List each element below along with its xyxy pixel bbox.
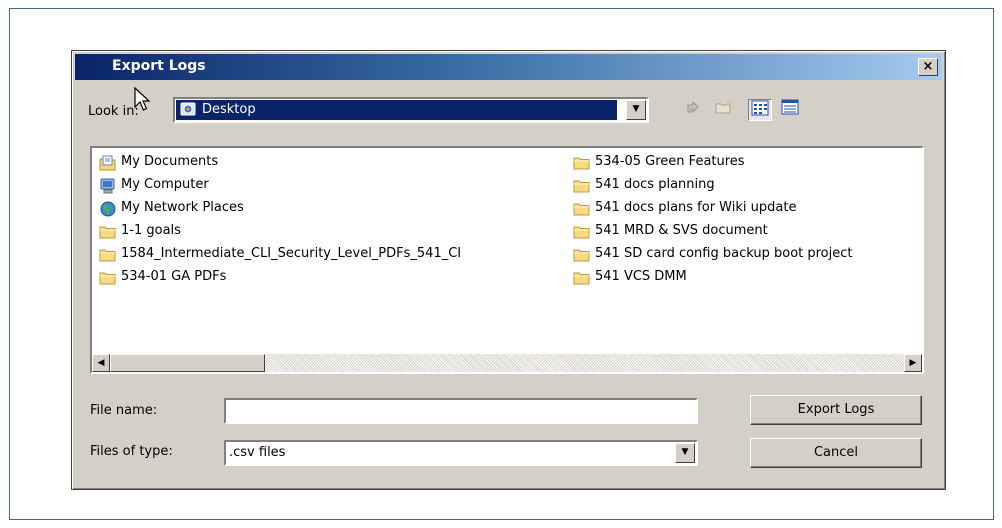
files-of-type-label: Files of type: bbox=[90, 444, 173, 459]
arrow-right-icon: ▶ bbox=[909, 358, 917, 368]
list-item-label: My Network Places bbox=[121, 200, 244, 215]
horizontal-scrollbar[interactable]: ◀ ▶ bbox=[92, 354, 922, 372]
chevron-down-icon: ▼ bbox=[632, 104, 640, 114]
list-item[interactable]: My Network Places bbox=[96, 198, 566, 221]
look-in-dropdown[interactable]: Desktop ▼ bbox=[173, 97, 649, 123]
up-folder-icon bbox=[685, 100, 703, 119]
arrow-left-icon: ◀ bbox=[97, 358, 105, 368]
list-item[interactable]: My Documents bbox=[96, 152, 566, 175]
cancel-button[interactable]: Cancel bbox=[750, 438, 922, 468]
list-item[interactable]: 534-01 GA PDFs bbox=[96, 267, 566, 290]
file-name-input[interactable] bbox=[224, 398, 698, 424]
folder-icon bbox=[572, 223, 592, 241]
list-view-icon bbox=[751, 100, 769, 120]
folder-icon bbox=[98, 269, 118, 287]
folder-icon bbox=[572, 154, 592, 172]
list-item[interactable]: 541 VCS DMM bbox=[570, 267, 922, 290]
look-in-dropdown-button[interactable]: ▼ bbox=[626, 100, 646, 120]
list-item-label: 541 SD card config backup boot project bbox=[595, 246, 853, 261]
list-item-label: 541 docs planning bbox=[595, 177, 715, 192]
chevron-down-icon: ▼ bbox=[681, 447, 689, 457]
file-list-column-1: My Documents My Computer My Network Plac… bbox=[96, 152, 566, 290]
list-item-label: My Computer bbox=[121, 177, 209, 192]
list-item-label: 1-1 goals bbox=[121, 223, 181, 238]
title-bar[interactable]: Export Logs × bbox=[75, 54, 942, 80]
files-of-type-dropdown-button[interactable]: ▼ bbox=[675, 443, 695, 463]
list-item-label: My Documents bbox=[121, 154, 219, 169]
list-item[interactable]: 541 MRD & SVS document bbox=[570, 221, 922, 244]
folder-icon bbox=[572, 200, 592, 218]
list-view-button[interactable] bbox=[748, 99, 772, 121]
file-list-column-2: 534-05 Green Features 541 docs planning … bbox=[570, 152, 922, 290]
list-item-label: 534-01 GA PDFs bbox=[121, 269, 227, 284]
new-folder-button[interactable] bbox=[712, 99, 736, 121]
export-logs-button[interactable]: Export Logs bbox=[750, 395, 922, 425]
network-places-icon bbox=[98, 200, 118, 218]
folder-icon bbox=[572, 246, 592, 264]
dialog-title: Export Logs bbox=[112, 58, 206, 74]
file-list[interactable]: My Documents My Computer My Network Plac… bbox=[90, 146, 924, 374]
list-item[interactable]: 1584_Intermediate_CLI_Security_Level_PDF… bbox=[96, 244, 566, 267]
list-item-label: 534-05 Green Features bbox=[595, 154, 745, 169]
scrollbar-thumb[interactable] bbox=[110, 354, 265, 372]
list-item-label: 541 VCS DMM bbox=[595, 269, 687, 284]
list-item[interactable]: 541 docs planning bbox=[570, 175, 922, 198]
scroll-left-button[interactable]: ◀ bbox=[92, 354, 110, 372]
list-item[interactable]: 541 SD card config backup boot project bbox=[570, 244, 922, 267]
mouse-cursor-icon bbox=[134, 86, 152, 117]
files-of-type-dropdown[interactable]: .csv files ▼ bbox=[224, 440, 698, 466]
list-item-label: 1584_Intermediate_CLI_Security_Level_PDF… bbox=[121, 246, 462, 261]
close-icon: × bbox=[922, 59, 934, 74]
up-one-level-button[interactable] bbox=[682, 99, 706, 121]
my-computer-icon bbox=[98, 177, 118, 195]
look-in-value: Desktop bbox=[202, 102, 256, 117]
list-item[interactable]: 1-1 goals bbox=[96, 221, 566, 244]
list-item[interactable]: My Computer bbox=[96, 175, 566, 198]
list-item[interactable]: 534-05 Green Features bbox=[570, 152, 922, 175]
file-name-label: File name: bbox=[90, 403, 158, 418]
desktop-icon bbox=[180, 102, 198, 122]
list-item-label: 541 MRD & SVS document bbox=[595, 223, 768, 238]
folder-icon bbox=[98, 223, 118, 241]
details-view-icon bbox=[781, 99, 799, 119]
folder-icon bbox=[572, 269, 592, 287]
new-folder-icon bbox=[714, 100, 734, 119]
list-item[interactable]: 541 docs plans for Wiki update bbox=[570, 198, 922, 221]
close-button[interactable]: × bbox=[918, 58, 938, 76]
folder-icon bbox=[572, 177, 592, 195]
look-in-label: Look in: bbox=[88, 104, 139, 119]
my-documents-icon bbox=[98, 154, 118, 172]
files-of-type-value: .csv files bbox=[229, 445, 286, 460]
scroll-right-button[interactable]: ▶ bbox=[904, 354, 922, 372]
details-view-button[interactable] bbox=[778, 99, 802, 121]
look-in-selected: Desktop bbox=[176, 100, 617, 120]
folder-icon bbox=[98, 246, 118, 264]
list-item-label: 541 docs plans for Wiki update bbox=[595, 200, 797, 215]
export-logs-dialog: Export Logs × Look in: Desktop ▼ My Docu… bbox=[71, 50, 946, 490]
